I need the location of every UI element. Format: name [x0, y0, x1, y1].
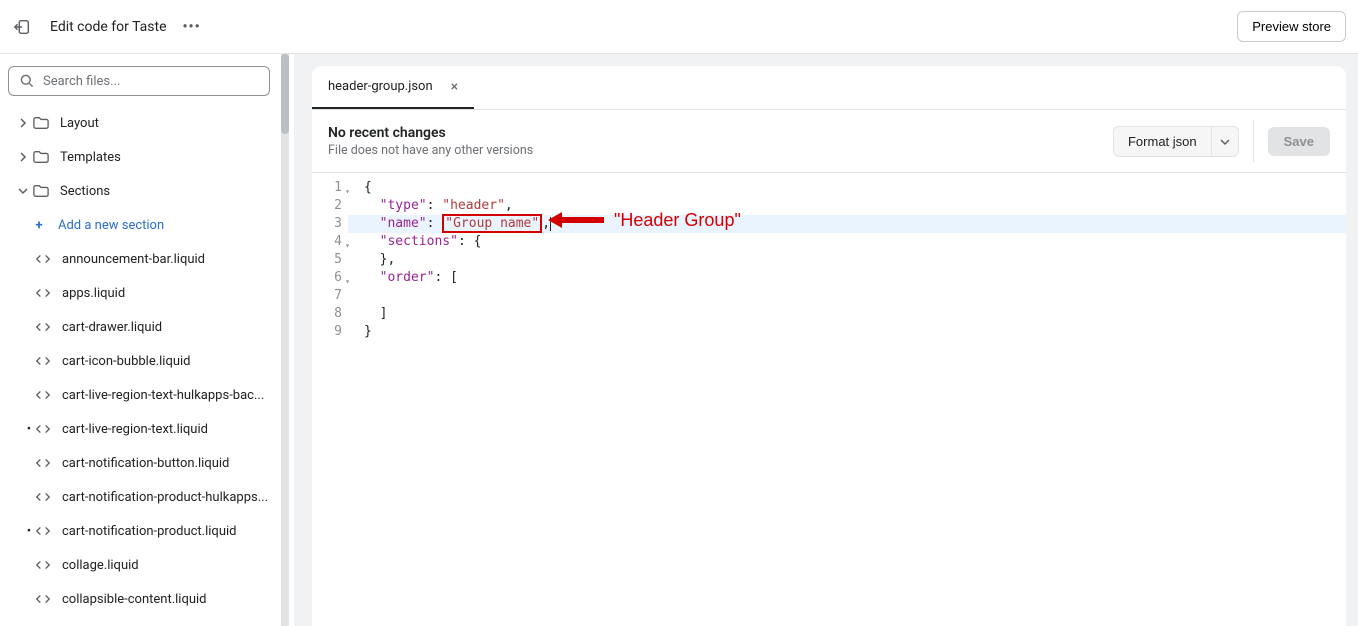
file-label: cart-notification-button.liquid	[62, 456, 229, 471]
line-gutter: 1▾234▾56▾789	[312, 173, 348, 626]
format-dropdown-button[interactable]	[1211, 126, 1239, 157]
more-icon[interactable]: •••	[183, 19, 201, 35]
format-json-button[interactable]: Format json	[1113, 126, 1211, 157]
code-icon	[34, 252, 52, 266]
folder-layout[interactable]: Layout	[6, 106, 272, 140]
folder-templates[interactable]: Templates	[6, 140, 272, 174]
save-button: Save	[1268, 127, 1330, 156]
search-input[interactable]: Search files...	[8, 66, 270, 96]
file-label: cart-notification-product-hulkapps...	[62, 490, 268, 505]
chevron-down-icon	[16, 187, 30, 195]
file-label: cart-icon-bubble.liquid	[62, 354, 191, 369]
modified-dot-icon: •	[24, 524, 34, 539]
close-icon[interactable]: ×	[451, 79, 458, 95]
code-icon	[34, 558, 52, 572]
topbar: Edit code for Taste ••• Preview store	[0, 0, 1358, 54]
file-label: cart-live-region-text-hulkapps-bac...	[62, 388, 264, 403]
editor-area: header-group.json × No recent changes Fi…	[294, 54, 1358, 626]
add-new-section[interactable]: + Add a new section	[6, 208, 272, 242]
file-label: collage.liquid	[62, 558, 139, 573]
folder-label: Templates	[60, 150, 121, 165]
divider	[1253, 120, 1254, 162]
chevron-right-icon	[16, 118, 30, 128]
chevron-right-icon	[16, 152, 30, 162]
sidebar: Search files... Layout Templates Section…	[0, 54, 278, 626]
folder-icon	[32, 116, 50, 130]
file-item[interactable]: collage.liquid	[6, 548, 272, 582]
tab-label: header-group.json	[328, 79, 433, 94]
folder-sections[interactable]: Sections	[6, 174, 272, 208]
code-icon	[34, 422, 52, 436]
highlighted-value: "Group name"	[442, 214, 542, 233]
code-icon	[34, 388, 52, 402]
status-title: No recent changes	[328, 125, 533, 141]
add-label: Add a new section	[58, 218, 164, 233]
page-title: Edit code for Taste	[50, 19, 167, 35]
file-item[interactable]: cart-notification-button.liquid	[6, 446, 272, 480]
folder-icon	[32, 184, 50, 198]
status-subtitle: File does not have any other versions	[328, 143, 533, 158]
file-label: cart-live-region-text.liquid	[62, 422, 208, 437]
code-icon	[34, 456, 52, 470]
preview-store-button[interactable]: Preview store	[1237, 11, 1346, 42]
file-item[interactable]: apps.liquid	[6, 276, 272, 310]
file-item[interactable]: collapsible-content.liquid	[6, 582, 272, 616]
file-item[interactable]: • cart-notification-product.liquid	[6, 514, 272, 548]
code-content[interactable]: { "type": "header", "name": "Group name"…	[348, 173, 1346, 626]
plus-icon: +	[30, 218, 48, 233]
tab-header-group[interactable]: header-group.json ×	[312, 66, 474, 109]
code-icon	[34, 490, 52, 504]
file-label: cart-notification-product.liquid	[62, 524, 236, 539]
code-icon	[34, 592, 52, 606]
file-item[interactable]: cart-drawer.liquid	[6, 310, 272, 344]
annotation-arrow: "Header Group"	[548, 210, 741, 230]
folder-label: Layout	[60, 116, 99, 131]
code-icon	[34, 286, 52, 300]
file-item[interactable]: • cart-live-region-text.liquid	[6, 412, 272, 446]
file-item[interactable]: cart-live-region-text-hulkapps-bac...	[6, 378, 272, 412]
sidebar-scrollbar[interactable]	[278, 54, 294, 626]
file-item[interactable]: cart-icon-bubble.liquid	[6, 344, 272, 378]
exit-icon[interactable]	[12, 17, 32, 37]
status-bar: No recent changes File does not have any…	[312, 110, 1346, 173]
scrollbar-thumb[interactable]	[281, 54, 289, 134]
annotation-text: "Header Group"	[614, 211, 741, 229]
code-icon	[34, 354, 52, 368]
file-item[interactable]: announcement-bar.liquid	[6, 242, 272, 276]
file-label: cart-drawer.liquid	[62, 320, 162, 335]
code-icon	[34, 524, 52, 538]
code-editor[interactable]: 1▾234▾56▾789 { "type": "header", "name":…	[312, 173, 1346, 626]
search-placeholder: Search files...	[43, 74, 120, 89]
file-label: apps.liquid	[62, 286, 125, 301]
file-label: announcement-bar.liquid	[62, 252, 205, 267]
code-icon	[34, 320, 52, 334]
file-item[interactable]: cart-notification-product-hulkapps...	[6, 480, 272, 514]
file-label: collapsible-content.liquid	[62, 592, 207, 607]
modified-dot-icon: •	[24, 422, 34, 437]
folder-icon	[32, 150, 50, 164]
tabbar: header-group.json ×	[312, 66, 1346, 110]
folder-label: Sections	[60, 184, 110, 199]
